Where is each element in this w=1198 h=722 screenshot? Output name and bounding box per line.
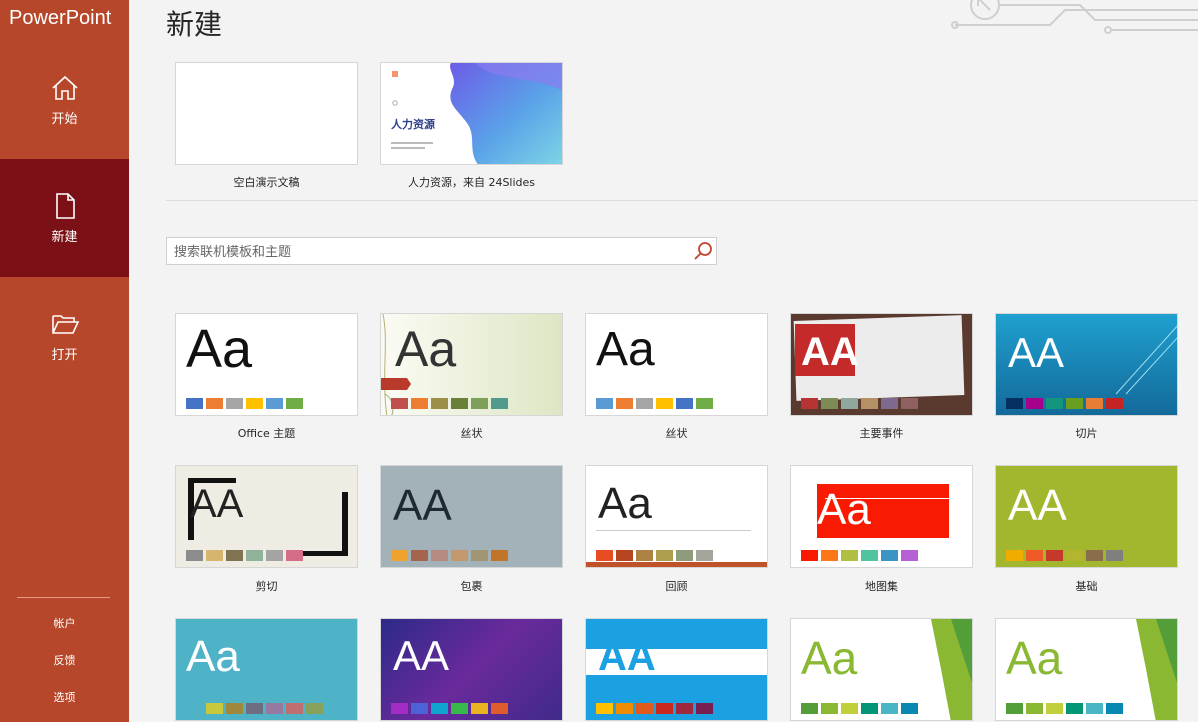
theme-caption-main-event: 主要事件 — [859, 427, 904, 440]
new-file-icon — [55, 193, 75, 219]
nav-new-label: 新建 — [51, 230, 78, 245]
theme-color-swatches — [596, 550, 713, 561]
theme-caption-retrospect: 回顾 — [665, 580, 688, 593]
theme-color-swatches — [391, 398, 508, 409]
theme-preview-text: Aa — [186, 632, 240, 681]
theme-preview-text: AA — [393, 632, 450, 679]
theme-color-swatches — [801, 398, 918, 409]
theme-thumb-main-event[interactable]: AA — [790, 313, 973, 416]
theme-color-swatches — [186, 550, 303, 561]
theme-preview-text: Aa — [395, 321, 457, 377]
folder-open-icon — [51, 315, 79, 334]
theme-thumb-row3-4[interactable]: Aa — [790, 618, 973, 721]
nav-open-label: 打开 — [51, 348, 78, 363]
theme-thumb-wisp-2[interactable]: Aa — [585, 313, 768, 416]
theme-caption-basis: 基础 — [1075, 580, 1098, 593]
template-search — [166, 237, 717, 265]
theme-color-swatches — [596, 398, 713, 409]
theme-thumb-basis[interactable]: AA — [995, 465, 1178, 568]
nav-new[interactable]: 新建 — [0, 159, 129, 277]
blank-presentation-caption: 空白演示文稿 — [233, 176, 300, 189]
hr-template-thumb[interactable]: 人力资源 — [380, 62, 563, 165]
feedback-link[interactable]: 反馈 — [0, 652, 129, 668]
theme-color-swatches — [391, 703, 508, 714]
theme-preview-text: AA — [801, 330, 859, 374]
theme-preview-text: AA — [393, 481, 452, 530]
section-divider — [166, 200, 1198, 201]
theme-thumb-row3-1[interactable]: Aa — [175, 618, 358, 721]
theme-caption-cut: 剪切 — [255, 580, 278, 593]
theme-caption-wisp-1: 丝状 — [460, 427, 483, 440]
theme-preview-text: Aa — [1006, 632, 1063, 684]
hr-template-preview-title: 人力资源 — [391, 118, 435, 131]
hr-template-art — [391, 63, 562, 164]
theme-caption-slice: 切片 — [1075, 427, 1098, 440]
theme-caption-office: Office 主题 — [237, 427, 296, 440]
theme-preview-text: Aa — [598, 479, 652, 528]
theme-color-swatches — [801, 550, 918, 561]
sidebar-divider — [17, 597, 110, 598]
theme-thumb-row3-2[interactable]: AA — [380, 618, 563, 721]
theme-preview-text: AA — [190, 482, 244, 526]
theme-preview-text: AA — [1008, 481, 1067, 530]
nav-open[interactable]: 打开 — [0, 277, 129, 395]
theme-color-swatches — [801, 703, 918, 714]
nav-home-label: 开始 — [51, 112, 78, 127]
theme-thumb-slice[interactable]: AA — [995, 313, 1178, 416]
retrospect-band — [586, 562, 767, 567]
options-link[interactable]: 选项 — [0, 689, 129, 705]
theme-color-swatches — [206, 703, 323, 714]
theme-preview-text: Aa — [817, 485, 871, 534]
theme-color-swatches — [1006, 550, 1123, 561]
theme-preview-text: Aa — [596, 323, 655, 376]
blank-presentation-thumb[interactable] — [175, 62, 358, 165]
hr-template-caption: 人力资源，来自 24Slides — [407, 176, 536, 189]
theme-thumb-atlas[interactable]: Aa — [790, 465, 973, 568]
search-icon[interactable] — [692, 240, 714, 262]
account-link[interactable]: 帐户 — [0, 615, 129, 631]
theme-caption-wisp-2: 丝状 — [665, 427, 688, 440]
theme-thumb-office[interactable]: Aa — [175, 313, 358, 416]
theme-color-swatches — [391, 550, 508, 561]
theme-color-swatches — [1006, 398, 1123, 409]
theme-thumb-row3-5[interactable]: Aa — [995, 618, 1178, 721]
theme-color-swatches — [596, 703, 713, 714]
sidebar: PowerPoint 开始 新建 打开 帐户 反馈 选项 — [0, 0, 129, 722]
cut-bracket-right — [342, 492, 348, 556]
theme-thumb-row3-3[interactable]: AA — [585, 618, 768, 721]
theme-thumb-wisp-1[interactable]: Aa — [380, 313, 563, 416]
search-input[interactable] — [172, 242, 686, 262]
theme-caption-parcel: 包裹 — [460, 580, 483, 593]
theme-preview-text: Aa — [801, 632, 858, 684]
home-icon — [51, 75, 78, 100]
page-title: 新建 — [166, 8, 223, 41]
cut-bracket-bottom — [296, 551, 348, 556]
theme-thumb-cut[interactable]: AA — [175, 465, 358, 568]
retrospect-rule — [596, 530, 751, 531]
theme-thumb-retrospect[interactable]: Aa — [585, 465, 768, 568]
theme-preview-text: Aa — [186, 319, 253, 379]
circuit-decoration — [951, 0, 1198, 34]
nav-home[interactable]: 开始 — [0, 41, 129, 159]
theme-thumb-parcel[interactable]: AA — [380, 465, 563, 568]
theme-color-swatches — [186, 398, 303, 409]
theme-preview-text: AA — [1008, 329, 1065, 376]
theme-color-swatches — [1006, 703, 1123, 714]
theme-caption-atlas: 地图集 — [865, 580, 898, 593]
app-title: PowerPoint — [9, 7, 112, 29]
theme-preview-text: AA — [598, 635, 656, 679]
